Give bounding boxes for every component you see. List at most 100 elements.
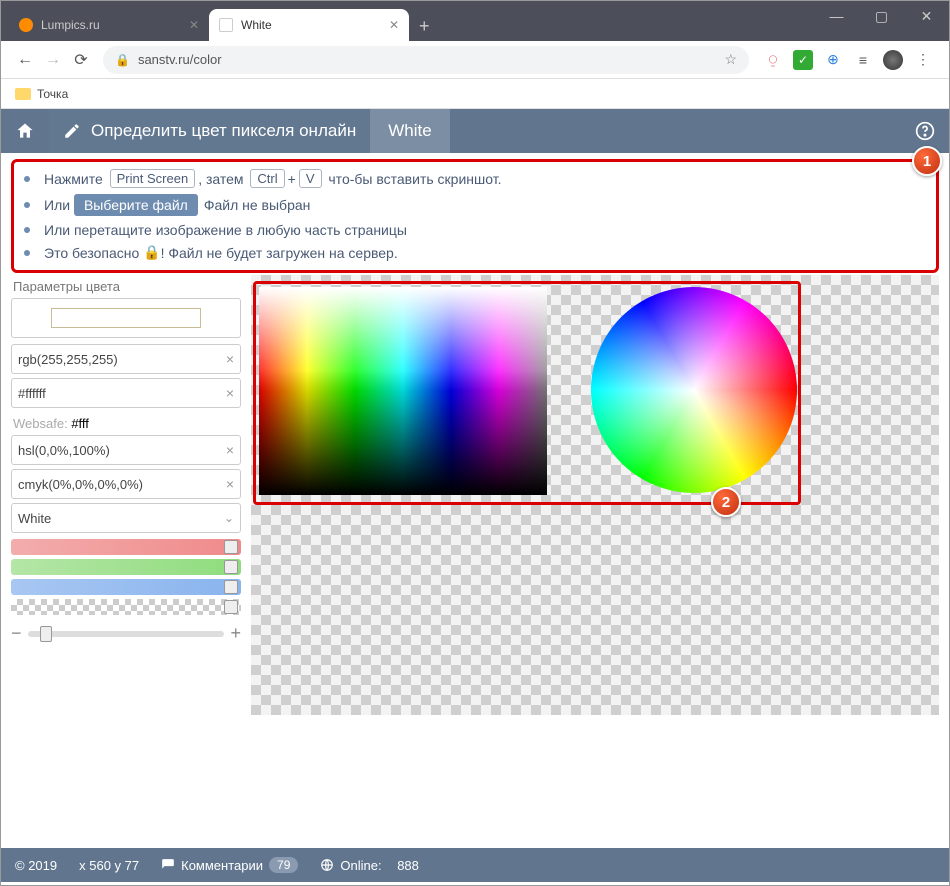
lock-icon: 🔒 — [143, 244, 160, 261]
slider-thumb[interactable] — [224, 600, 238, 614]
site-header: Определить цвет пикселя онлайн White — [1, 109, 949, 153]
address-bar[interactable]: 🔒 sanstv.ru/color ☆ — [103, 46, 749, 74]
profile-avatar[interactable] — [883, 50, 903, 70]
comments-count: 79 — [269, 857, 298, 873]
extension-adblock-icon[interactable]: ⍜ — [763, 50, 783, 70]
slider-red[interactable] — [11, 539, 241, 555]
color-name-select[interactable]: White ⌄ — [11, 503, 241, 533]
slider-alpha[interactable] — [11, 599, 241, 615]
back-button[interactable]: ← — [11, 46, 39, 74]
color-name-text: White — [388, 121, 431, 141]
file-status-text: Файл не выбран — [204, 197, 311, 213]
slider-green[interactable] — [11, 559, 241, 575]
annotation-badge-wrap: 2 — [253, 281, 801, 505]
site-slogan-area: Определить цвет пикселя онлайн — [49, 109, 370, 153]
site-footer: © 2019 x 560 y 77 Комментарии 79 Online:… — [1, 848, 949, 882]
globe-icon — [320, 858, 334, 872]
browser-tab-inactive[interactable]: Lumpics.ru ✕ — [9, 9, 209, 41]
color-swatch — [11, 298, 241, 338]
forward-button[interactable]: → — [39, 46, 67, 74]
websafe-row: Websafe: #fff — [11, 412, 241, 435]
cmyk-value: cmyk(0%,0%,0%,0%) — [18, 477, 143, 492]
clear-icon[interactable]: × — [226, 385, 234, 401]
window-controls: — ▢ ✕ — [814, 1, 949, 31]
header-color-name: White — [370, 109, 449, 153]
browser-menu-button[interactable]: ⋮ — [913, 50, 933, 70]
text: Это безопасно — [44, 245, 139, 261]
minimize-button[interactable]: — — [814, 1, 859, 31]
hex-value: #ffffff — [18, 386, 46, 401]
online-label: Online: — [340, 858, 381, 873]
choose-file-button[interactable]: Выберите файл — [74, 194, 198, 216]
maximize-button[interactable]: ▢ — [859, 1, 904, 31]
new-tab-button[interactable]: + — [419, 16, 430, 37]
text: Нажмите — [44, 171, 103, 187]
hex-input[interactable]: #ffffff × — [11, 378, 241, 408]
main-row: Параметры цвета rgb(255,255,255) × #ffff… — [1, 275, 949, 715]
zoom-slider[interactable] — [28, 631, 225, 637]
pencil-icon — [63, 122, 81, 140]
text: Или — [44, 197, 70, 213]
bullet-icon — [24, 176, 30, 182]
rgb-value: rgb(255,255,255) — [18, 352, 118, 367]
online-value: 888 — [397, 858, 419, 873]
url-text: sanstv.ru/color — [138, 52, 222, 67]
bullet-icon — [24, 202, 30, 208]
comment-icon — [161, 858, 175, 872]
close-icon[interactable]: ✕ — [389, 18, 399, 32]
key-print-screen: Print Screen — [110, 169, 196, 188]
instruction-line-2: Или Выберите файл Файл не выбран — [24, 191, 926, 219]
bookmark-folder[interactable]: Точка — [37, 87, 68, 101]
comments-label: Комментарии — [181, 858, 263, 873]
browser-titlebar: Lumpics.ru ✕ White ✕ + — ▢ ✕ — [1, 1, 949, 41]
params-title: Параметры цвета — [11, 275, 241, 298]
slider-thumb[interactable] — [224, 540, 238, 554]
tab-title: White — [241, 18, 272, 32]
annotation-badge-1: 1 — [912, 146, 942, 176]
extension-list-icon[interactable]: ≡ — [853, 50, 873, 70]
key-v: V — [299, 169, 322, 188]
text: + — [288, 171, 296, 187]
bookmark-star-icon[interactable]: ☆ — [724, 51, 737, 68]
slider-thumb[interactable] — [224, 560, 238, 574]
hsl-input[interactable]: hsl(0,0%,100%) × — [11, 435, 241, 465]
browser-tab-active[interactable]: White ✕ — [209, 9, 409, 41]
bullet-icon — [24, 250, 30, 256]
clear-icon[interactable]: × — [226, 476, 234, 492]
help-icon — [915, 121, 935, 141]
instruction-line-4: Это безопасно 🔒 ! Файл не будет загружен… — [24, 241, 926, 264]
clear-icon[interactable]: × — [226, 351, 234, 367]
cmyk-input[interactable]: cmyk(0%,0%,0%,0%) × — [11, 469, 241, 499]
favicon-page — [219, 18, 233, 32]
comments-link[interactable]: Комментарии 79 — [161, 857, 298, 873]
text: , затем — [198, 171, 243, 187]
color-name-value: White — [18, 511, 51, 526]
slider-thumb[interactable] — [40, 626, 52, 642]
slider-blue[interactable] — [11, 579, 241, 595]
extension-check-icon[interactable]: ✓ — [793, 50, 813, 70]
image-canvas[interactable]: 2 — [251, 275, 939, 715]
reload-button[interactable]: ⟳ — [67, 46, 95, 74]
copyright: © 2019 — [15, 858, 57, 873]
key-ctrl: Ctrl — [250, 169, 284, 188]
slider-thumb[interactable] — [224, 580, 238, 594]
home-button[interactable] — [1, 109, 49, 153]
close-window-button[interactable]: ✕ — [904, 1, 949, 31]
lock-icon: 🔒 — [115, 53, 130, 67]
rgb-input[interactable]: rgb(255,255,255) × — [11, 344, 241, 374]
swatch-inner — [51, 308, 201, 328]
browser-toolbar: ← → ⟳ 🔒 sanstv.ru/color ☆ ⍜ ✓ ⊕ ≡ ⋮ — [1, 41, 949, 79]
zoom-in-button[interactable]: + — [230, 623, 241, 644]
instruction-line-3: Или перетащите изображение в любую часть… — [24, 219, 926, 241]
instruction-line-1: Нажмите Print Screen , затем Ctrl + V чт… — [24, 166, 926, 191]
clear-icon[interactable]: × — [226, 442, 234, 458]
close-icon[interactable]: ✕ — [189, 18, 199, 32]
zoom-out-button[interactable]: − — [11, 623, 22, 644]
color-params-panel: Параметры цвета rgb(255,255,255) × #ffff… — [11, 275, 241, 715]
extension-globe-icon[interactable]: ⊕ — [823, 50, 843, 70]
zoom-row: − + — [11, 619, 241, 648]
bookmarks-bar: Точка — [1, 79, 949, 109]
text: что-бы вставить скриншот. — [328, 171, 501, 187]
hsl-value: hsl(0,0%,100%) — [18, 443, 110, 458]
online-count: Online: 888 — [320, 858, 419, 873]
